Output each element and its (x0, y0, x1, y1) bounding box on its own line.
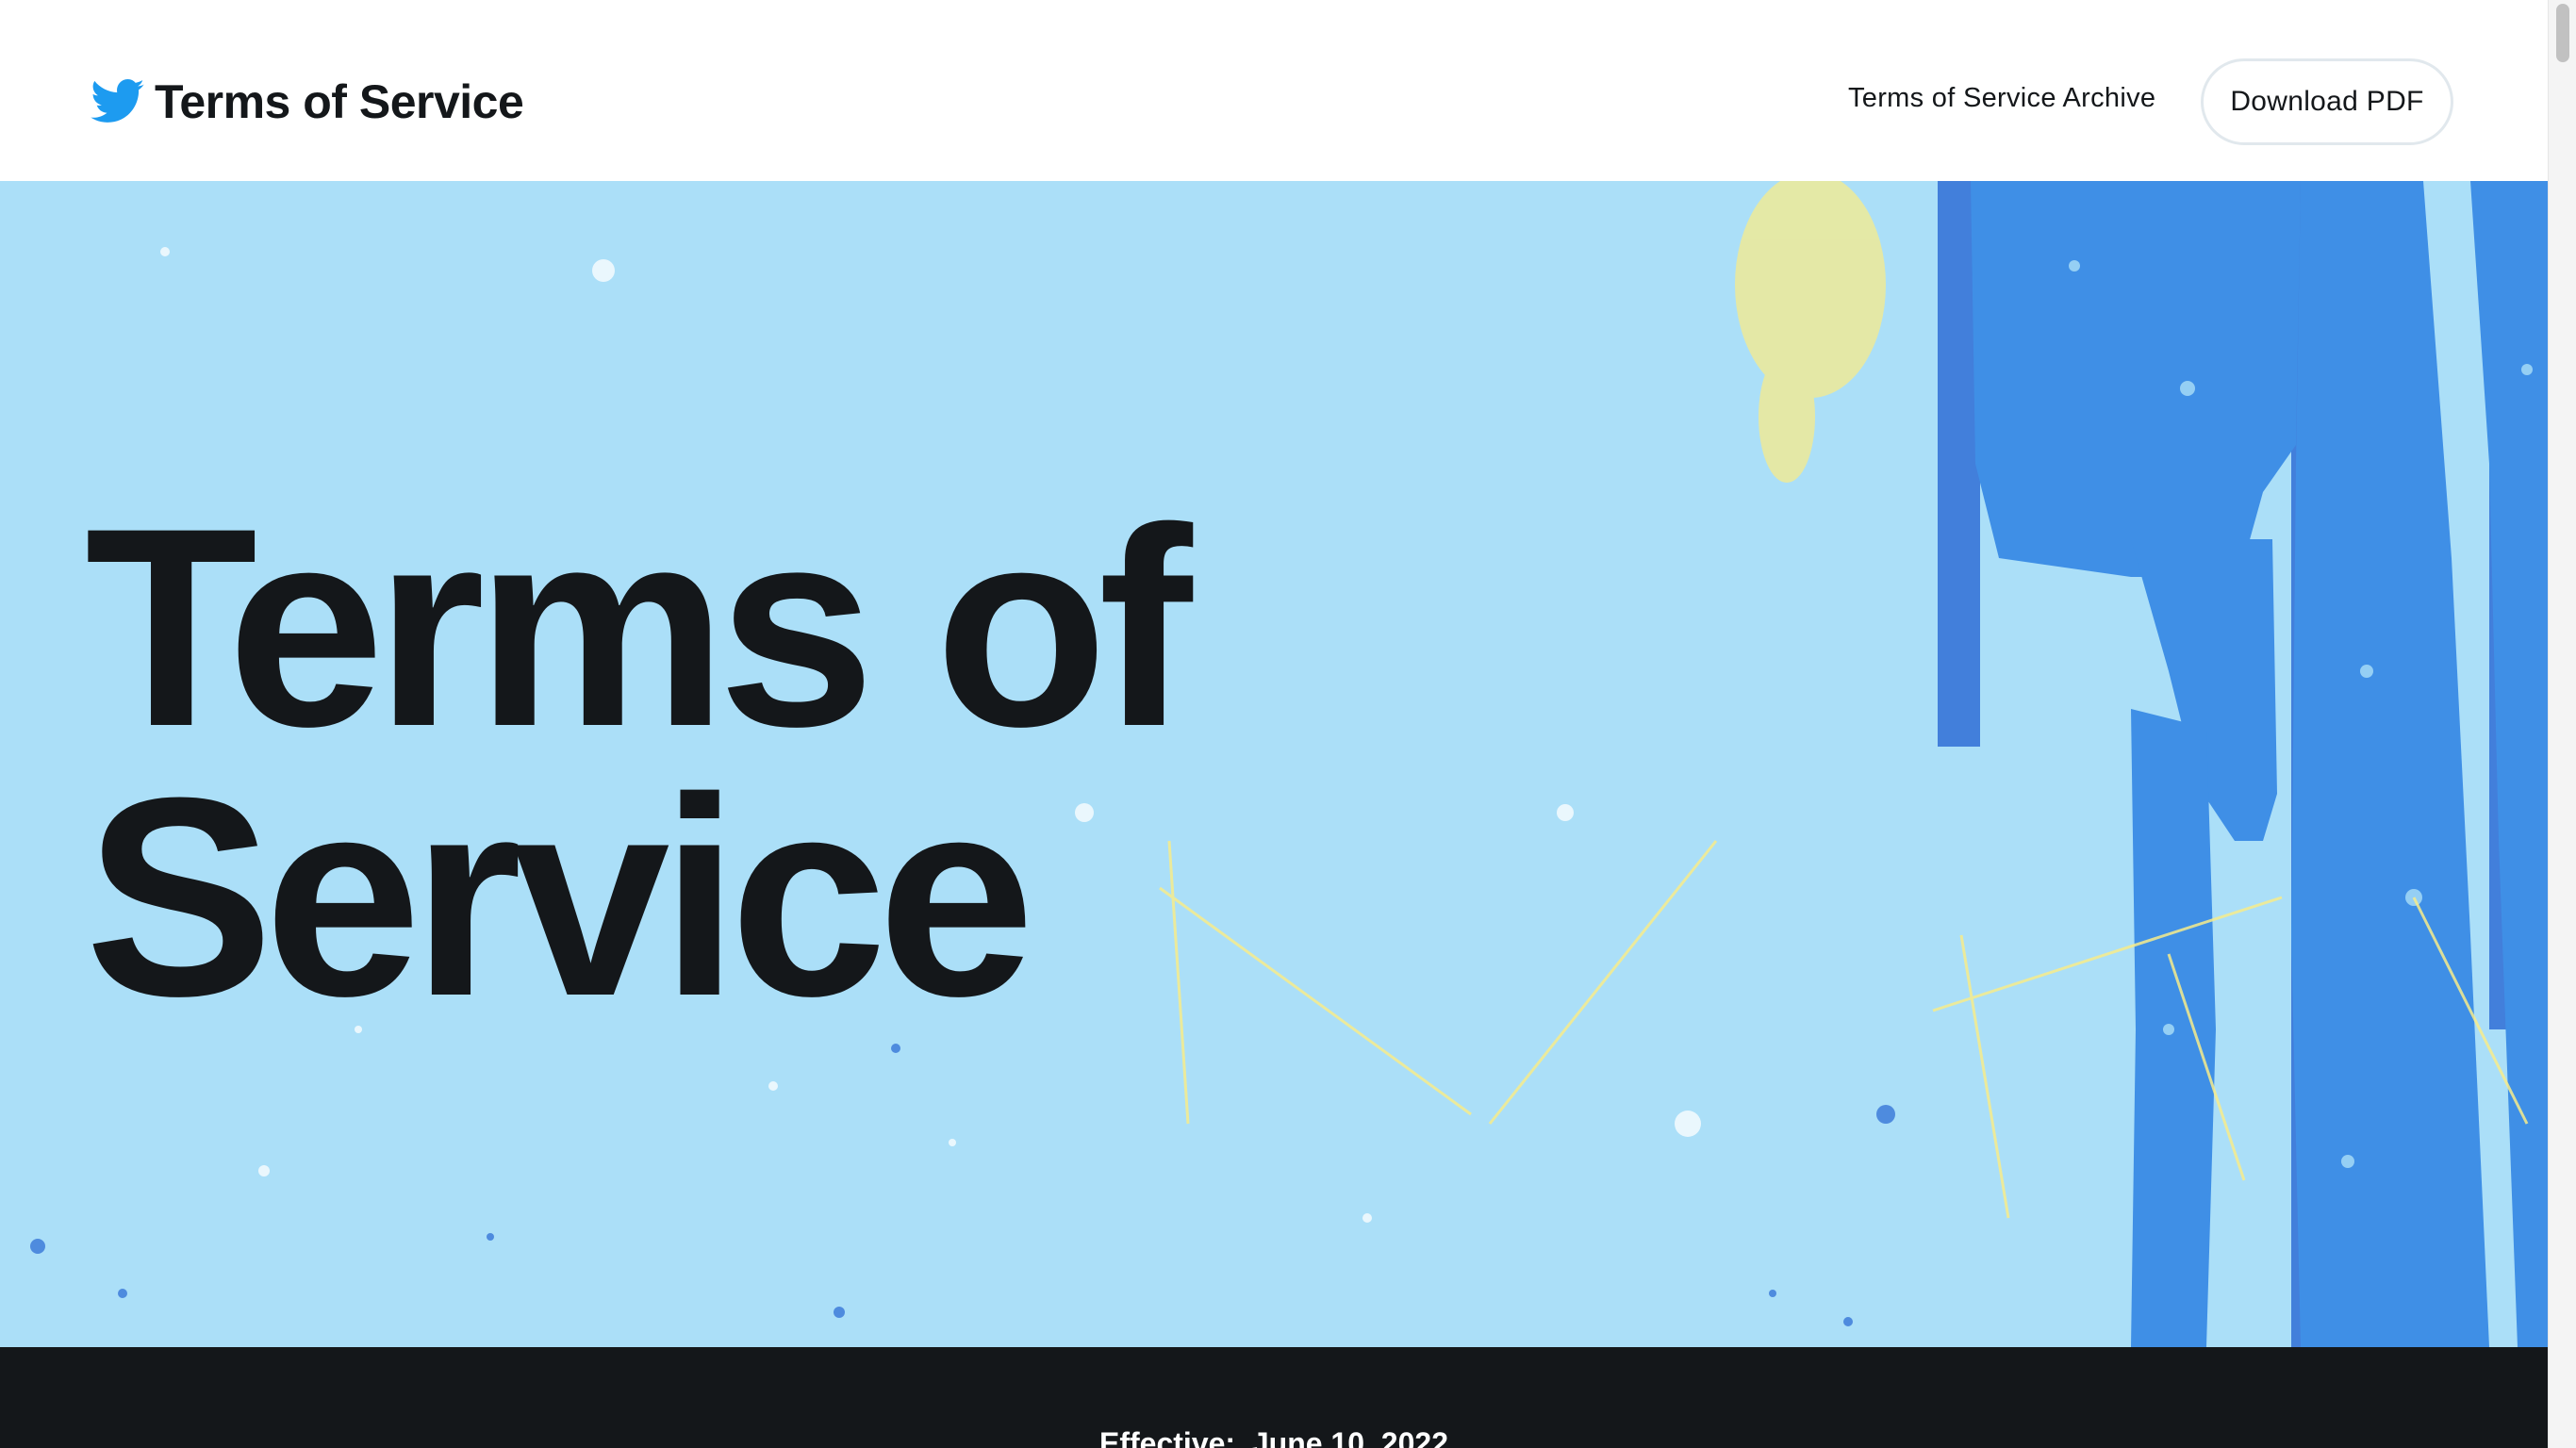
hero-heading-line-2: Service (85, 738, 1035, 1055)
page: Terms of Service Terms of Service Archiv… (0, 0, 2576, 1448)
effective-date-band: Effective: June 10, 2022 (0, 1347, 2548, 1448)
site-header: Terms of Service Terms of Service Archiv… (0, 0, 2548, 181)
download-pdf-button[interactable]: Download PDF (2201, 58, 2453, 145)
brand-home-link[interactable]: Terms of Service (91, 68, 524, 136)
effective-date-text: Effective: June 10, 2022 (1099, 1426, 1448, 1448)
twitter-bird-icon (91, 79, 144, 123)
hero-heading: Terms of Service (85, 469, 1193, 1055)
header-title: Terms of Service (155, 75, 524, 128)
scrollbar-thumb[interactable] (2556, 4, 2569, 62)
vertical-scrollbar[interactable] (2548, 0, 2576, 1448)
terms-archive-link[interactable]: Terms of Service Archive (1848, 83, 2155, 114)
hero-heading-line-1: Terms of (85, 469, 1193, 785)
hero-banner: Terms of Service (0, 181, 2548, 1347)
